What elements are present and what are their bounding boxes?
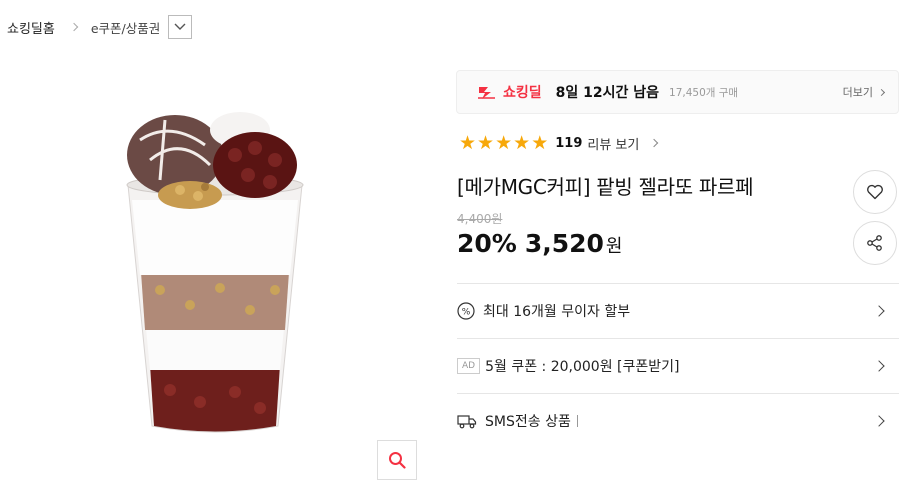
share-button[interactable] (853, 221, 897, 265)
coupon-label: 5월 쿠폰 : 20,000원 [쿠폰받기] (485, 359, 680, 375)
divider (576, 415, 578, 427)
truck-icon (457, 413, 477, 429)
chevron-right-icon (873, 415, 885, 427)
product-title: [메가MGC커피] 팥빙 젤라또 파르페 (457, 175, 754, 199)
ad-badge: AD (457, 358, 481, 374)
chevron-right-icon (650, 138, 659, 148)
review-count: 119 (555, 135, 583, 151)
chevron-right-icon (877, 88, 886, 96)
zoom-button[interactable] (377, 440, 417, 480)
percent-icon: % (457, 302, 475, 320)
deal-brand: 쇼킹딜 (503, 85, 542, 101)
star-icon: ★ (495, 131, 513, 154)
sms-row[interactable]: SMS전송 상품 (457, 393, 899, 448)
benefit-rows: % 최대 16개월 무이자 할부 AD 5월 쿠폰 : 20,000원 [쿠폰받… (457, 283, 899, 448)
chevron-down-icon (174, 23, 186, 30)
rating: ★ ★ ★ ★ ★ 119 리뷰 보기 (459, 131, 659, 155)
sale-price: 3,520 (524, 229, 604, 258)
breadcrumb: 쇼킹딜홈 e쿠폰/상품권 (7, 14, 193, 40)
lightning-icon (478, 87, 495, 99)
svg-text:%: % (462, 308, 471, 318)
product-image (110, 90, 320, 450)
star-icon: ★ (477, 131, 495, 154)
deal-purchase-count: 17,450개 구매 (669, 86, 739, 99)
star-icon: ★ (459, 131, 477, 154)
star-icon: ★ (531, 131, 549, 154)
installment-label: 최대 16개월 무이자 할부 (483, 304, 631, 320)
deal-more-label: 더보기 (842, 86, 873, 99)
discount-rate: 20% (457, 229, 517, 258)
review-link[interactable]: 리뷰 보기 (587, 134, 639, 153)
star-rating: ★ ★ ★ ★ ★ (459, 131, 549, 154)
coupon-row[interactable]: AD 5월 쿠폰 : 20,000원 [쿠폰받기] (457, 338, 899, 393)
deal-more-link[interactable]: 더보기 (842, 84, 886, 100)
heart-icon (867, 184, 883, 200)
like-button[interactable] (853, 170, 897, 214)
currency-unit: 원 (605, 236, 623, 257)
chevron-right-icon (873, 305, 885, 317)
breadcrumb-separator-icon (69, 22, 79, 32)
deal-time-left: 8일 12시간 남음 (555, 85, 660, 101)
installment-row[interactable]: % 최대 16개월 무이자 할부 (457, 283, 899, 338)
breadcrumb-category[interactable]: e쿠폰/상품권 (91, 18, 160, 37)
category-dropdown-button[interactable] (168, 15, 193, 39)
magnifier-icon (389, 452, 406, 469)
sms-label: SMS전송 상품 (485, 414, 571, 430)
price-row: 20% 3,520 원 (457, 229, 622, 258)
share-icon (867, 235, 882, 251)
original-price: 4,400원 (457, 212, 503, 226)
shocking-deal-banner: 쇼킹딜 8일 12시간 남음 17,450개 구매 더보기 (456, 70, 899, 114)
chevron-right-icon (873, 360, 885, 372)
breadcrumb-home[interactable]: 쇼킹딜홈 (7, 18, 55, 37)
shocking-deal-logo: 쇼킹딜 (477, 82, 542, 102)
star-icon: ★ (513, 131, 531, 154)
